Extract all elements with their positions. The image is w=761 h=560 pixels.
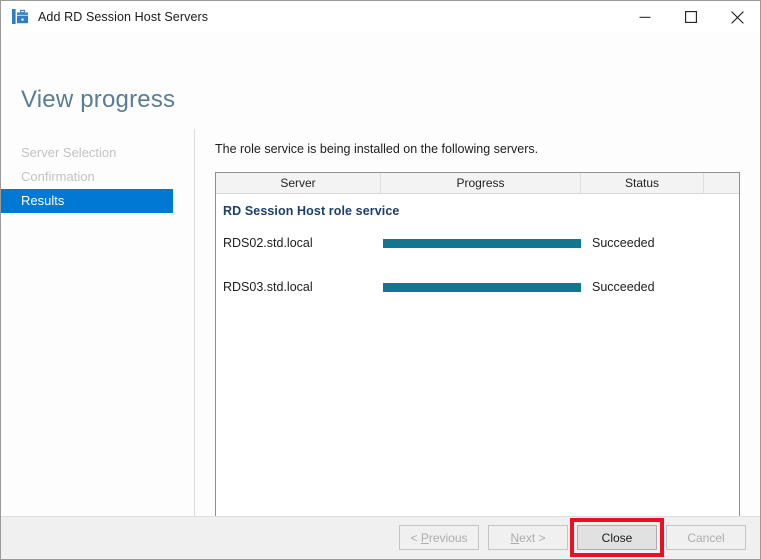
wizard-nav: Server Selection Confirmation Results (1, 141, 194, 213)
cell-progress (381, 282, 581, 292)
results-table: Server Progress Status RD Session Host r… (215, 172, 740, 516)
progress-bar-fill (383, 282, 581, 292)
cancel-button[interactable]: Cancel (666, 525, 746, 550)
dialog-window: Add RD Session Host Servers View progres… (0, 0, 761, 560)
maximize-button[interactable] (668, 1, 714, 33)
sidebar-item-label: Server Selection (21, 145, 117, 160)
previous-button-label: < Previous (410, 530, 468, 545)
table-row[interactable]: RDS02.std.local Succeeded (216, 221, 739, 265)
close-button-label: Close (601, 530, 633, 545)
cell-progress (381, 238, 581, 248)
close-window-button[interactable] (714, 1, 760, 33)
column-header-progress[interactable]: Progress (381, 173, 581, 193)
window-controls (622, 1, 760, 33)
button-row: < Previous Next > Close Cancel (399, 518, 746, 557)
rd-session-host-icon (12, 9, 28, 24)
previous-button[interactable]: < Previous (399, 525, 479, 550)
close-button[interactable]: Close (577, 525, 657, 550)
dialog-footer: < Previous Next > Close Cancel (1, 516, 760, 559)
sidebar-item-confirmation[interactable]: Confirmation (1, 165, 194, 189)
next-button[interactable]: Next > (488, 525, 568, 550)
table-group-header: RD Session Host role service (223, 204, 400, 218)
intro-text: The role service is being installed on t… (215, 142, 539, 156)
close-button-highlight: Close (570, 518, 664, 557)
column-header-status[interactable]: Status (581, 173, 704, 193)
minimize-button[interactable] (622, 1, 668, 33)
main-panel: The role service is being installed on t… (215, 141, 740, 516)
progress-bar-fill (383, 238, 581, 248)
cell-status: Succeeded (592, 280, 655, 294)
sidebar-item-label: Confirmation (21, 169, 95, 184)
table-header-row: Server Progress Status (216, 173, 739, 194)
progress-bar-track (383, 282, 581, 292)
cell-server-name: RDS02.std.local (223, 236, 313, 250)
column-header-extra[interactable] (704, 173, 739, 193)
sidebar-item-label: Results (21, 193, 65, 208)
next-button-label: Next > (510, 530, 546, 545)
column-header-server[interactable]: Server (216, 173, 381, 193)
nav-divider (194, 129, 195, 516)
title-bar: Add RD Session Host Servers (1, 1, 760, 33)
sidebar-item-server-selection[interactable]: Server Selection (1, 141, 194, 165)
dialog-body: View progress Server Selection Confirmat… (1, 33, 760, 516)
cancel-button-label: Cancel (687, 530, 725, 545)
sidebar-item-results[interactable]: Results (1, 189, 173, 213)
table-body: RD Session Host role service RDS02.std.l… (216, 194, 739, 309)
table-row[interactable]: RDS03.std.local Succeeded (216, 265, 739, 309)
cell-server-name: RDS03.std.local (223, 280, 313, 294)
progress-bar-track (383, 238, 581, 248)
window-title: Add RD Session Host Servers (38, 10, 209, 24)
cell-status: Succeeded (592, 236, 655, 250)
page-title: View progress (21, 86, 176, 113)
